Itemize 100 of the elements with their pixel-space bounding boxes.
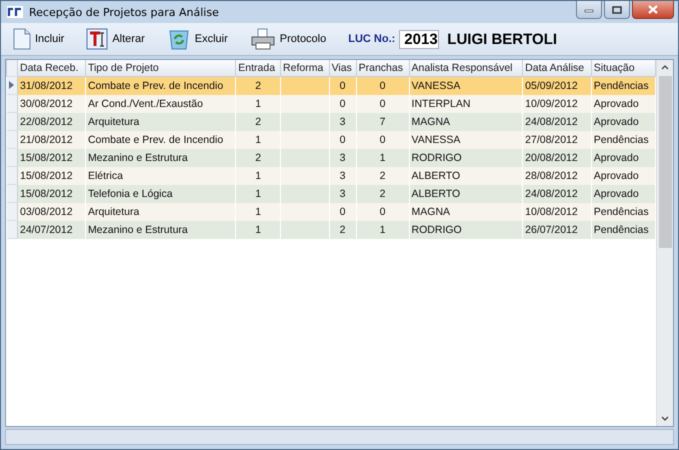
column-header[interactable]: Entrada (236, 60, 281, 76)
table-cell: 27/08/2012 (525, 134, 578, 146)
table-cell: 15/08/2012 (20, 170, 73, 182)
minimize-icon (584, 6, 594, 12)
table-cell: Pendências (594, 224, 649, 236)
table-cell: Combate e Prev. de Incendio (88, 80, 224, 92)
document-icon (13, 28, 31, 50)
table-row[interactable]: 15/08/2012 Mezanino e Estrutura 2 3 1 RODRIGO 20/08/2012 Aprovado (6, 148, 656, 166)
printer-icon (250, 28, 276, 50)
table-cell: RODRIGO (412, 152, 462, 164)
table-cell: 03/08/2012 (20, 206, 73, 218)
table-cell: Aprovado (594, 188, 639, 200)
table-cell: 0 (340, 134, 346, 146)
column-header[interactable]: Pranchas (356, 60, 410, 76)
table-cell: 31/08/2012 (20, 80, 73, 92)
luc-label: LUC No.: (348, 33, 396, 45)
table-cell: ALBERTO (412, 188, 460, 200)
table-cell: Aprovado (594, 98, 639, 110)
table-cell: 1 (255, 134, 262, 146)
table-cell: 1 (380, 152, 386, 164)
scroll-down-icon[interactable] (661, 416, 669, 421)
column-header[interactable]: Analista Responsável (409, 60, 523, 76)
table-cell: Pendências (594, 134, 649, 146)
table-cell: MAGNA (412, 206, 450, 218)
table-cell: VANESSA (412, 134, 460, 146)
maximize-icon (612, 6, 622, 14)
table-cell: 0 (380, 206, 386, 218)
table-cell: 0 (340, 98, 346, 110)
table-cell: Combate e Prev. de Incendio (88, 134, 224, 146)
table-cell: Ar Cond./Vent./Exaustão (88, 98, 203, 110)
table-cell: 3 (340, 170, 346, 182)
column-header[interactable]: Tipo de Projeto (85, 60, 236, 76)
luc-field[interactable]: 2013 (399, 30, 440, 48)
table-cell: 1 (255, 188, 262, 200)
table-row[interactable]: 22/08/2012 Arquitetura 2 3 7 MAGNA 24/08/2012 Aprovado (6, 112, 656, 130)
column-header[interactable]: Vias (329, 60, 356, 76)
column-header[interactable]: Data Receb. (18, 60, 86, 76)
table-cell: 10/09/2012 (525, 98, 578, 110)
table-cell: 20/08/2012 (525, 152, 578, 164)
table-cell: Pendências (594, 206, 649, 218)
toolbar-button[interactable]: Alterar (82, 25, 149, 53)
close-button[interactable] (632, 1, 674, 19)
toolbar-button[interactable]: Protocolo (246, 25, 330, 53)
table-cell: Arquitetura (88, 206, 140, 218)
table-row[interactable]: 15/08/2012 Elétrica 1 3 2 ALBERTO 28/08/2012 Aprovado (6, 166, 656, 184)
table-cell: ALBERTO (412, 170, 460, 182)
table-cell: 24/08/2012 (525, 116, 578, 128)
table-cell: 2 (255, 116, 262, 128)
table-cell: 05/09/2012 (525, 80, 578, 92)
text-edit-icon (86, 28, 108, 50)
minimize-button[interactable] (576, 1, 602, 19)
table-cell: 1 (255, 170, 262, 182)
table-cell: 26/07/2012 (525, 224, 578, 236)
table-cell: 3 (340, 152, 346, 164)
scrollbar[interactable] (656, 60, 673, 426)
recycle-bin-icon (166, 28, 191, 50)
table-cell: 1 (255, 224, 262, 236)
maximize-button[interactable] (604, 1, 630, 19)
table-cell: 2 (380, 170, 386, 182)
toolbar-button[interactable]: Excluir (162, 25, 232, 53)
table-cell: 3 (340, 116, 346, 128)
table-cell: 2 (380, 188, 386, 200)
table-cell: Arquitetura (88, 116, 140, 128)
table-cell: Pendências (594, 80, 649, 92)
column-header[interactable]: Data Análise (522, 60, 592, 76)
table-cell: 2 (255, 80, 262, 92)
table-cell: Telefonia e Lógica (88, 188, 173, 200)
table-cell: 10/08/2012 (525, 206, 578, 218)
table-row[interactable]: 15/08/2012 Telefonia e Lógica 1 3 2 ALBERTO 24/08/2012 Aprovado (6, 184, 656, 202)
table-cell: RODRIGO (412, 224, 462, 236)
table-cell: 24/07/2012 (20, 224, 73, 236)
table-cell: 3 (340, 188, 346, 200)
table-row[interactable]: 30/08/2012 Ar Cond./Vent./Exaustão 1 0 0 INTERPLAN 10/09/2012 Aprovado (6, 94, 656, 112)
table-cell: 7 (380, 116, 386, 128)
table-cell: 0 (340, 206, 346, 218)
table-cell: INTERPLAN (412, 98, 470, 110)
table-cell: 22/08/2012 (20, 116, 73, 128)
table-cell: 1 (255, 206, 262, 218)
table-cell: MAGNA (412, 116, 450, 128)
column-header[interactable]: Reforma (280, 60, 330, 76)
table-cell: Aprovado (594, 116, 639, 128)
table-cell: 0 (340, 80, 346, 92)
table-cell: Mezanino e Estrutura (88, 152, 188, 164)
table-row[interactable]: 03/08/2012 Arquitetura 1 0 0 MAGNA 10/08/2012 Pendências (6, 202, 656, 220)
row-pointer-icon (9, 80, 14, 88)
table-row[interactable]: 31/08/2012 Combate e Prev. de Incendio 2 0 0 VANESSA 05/09/2012 Pendências (6, 76, 656, 94)
scroll-up-icon[interactable] (661, 65, 669, 70)
owner-name: LUIGI BERTOLI (447, 30, 558, 48)
table-row[interactable]: 21/08/2012 Combate e Prev. de Incendio 1 0 0 VANESSA 27/08/2012 Pendências (6, 130, 656, 148)
table-cell: 1 (255, 98, 262, 110)
table-cell: 15/08/2012 (20, 152, 73, 164)
toolbar-button[interactable]: Incluir (9, 25, 68, 53)
table-cell: 0 (380, 80, 386, 92)
table-cell: Aprovado (594, 152, 639, 164)
table-row[interactable]: 24/07/2012 Mezanino e Estrutura 1 2 1 RODRIGO 26/07/2012 Pendências (6, 220, 656, 238)
table-cell: 2 (255, 152, 262, 164)
column-header[interactable]: Situação (591, 60, 656, 76)
window-title: Recepção de Projetos para Análise (29, 6, 219, 18)
table-cell: Mezanino e Estrutura (88, 224, 188, 236)
table-cell: 0 (380, 134, 386, 146)
